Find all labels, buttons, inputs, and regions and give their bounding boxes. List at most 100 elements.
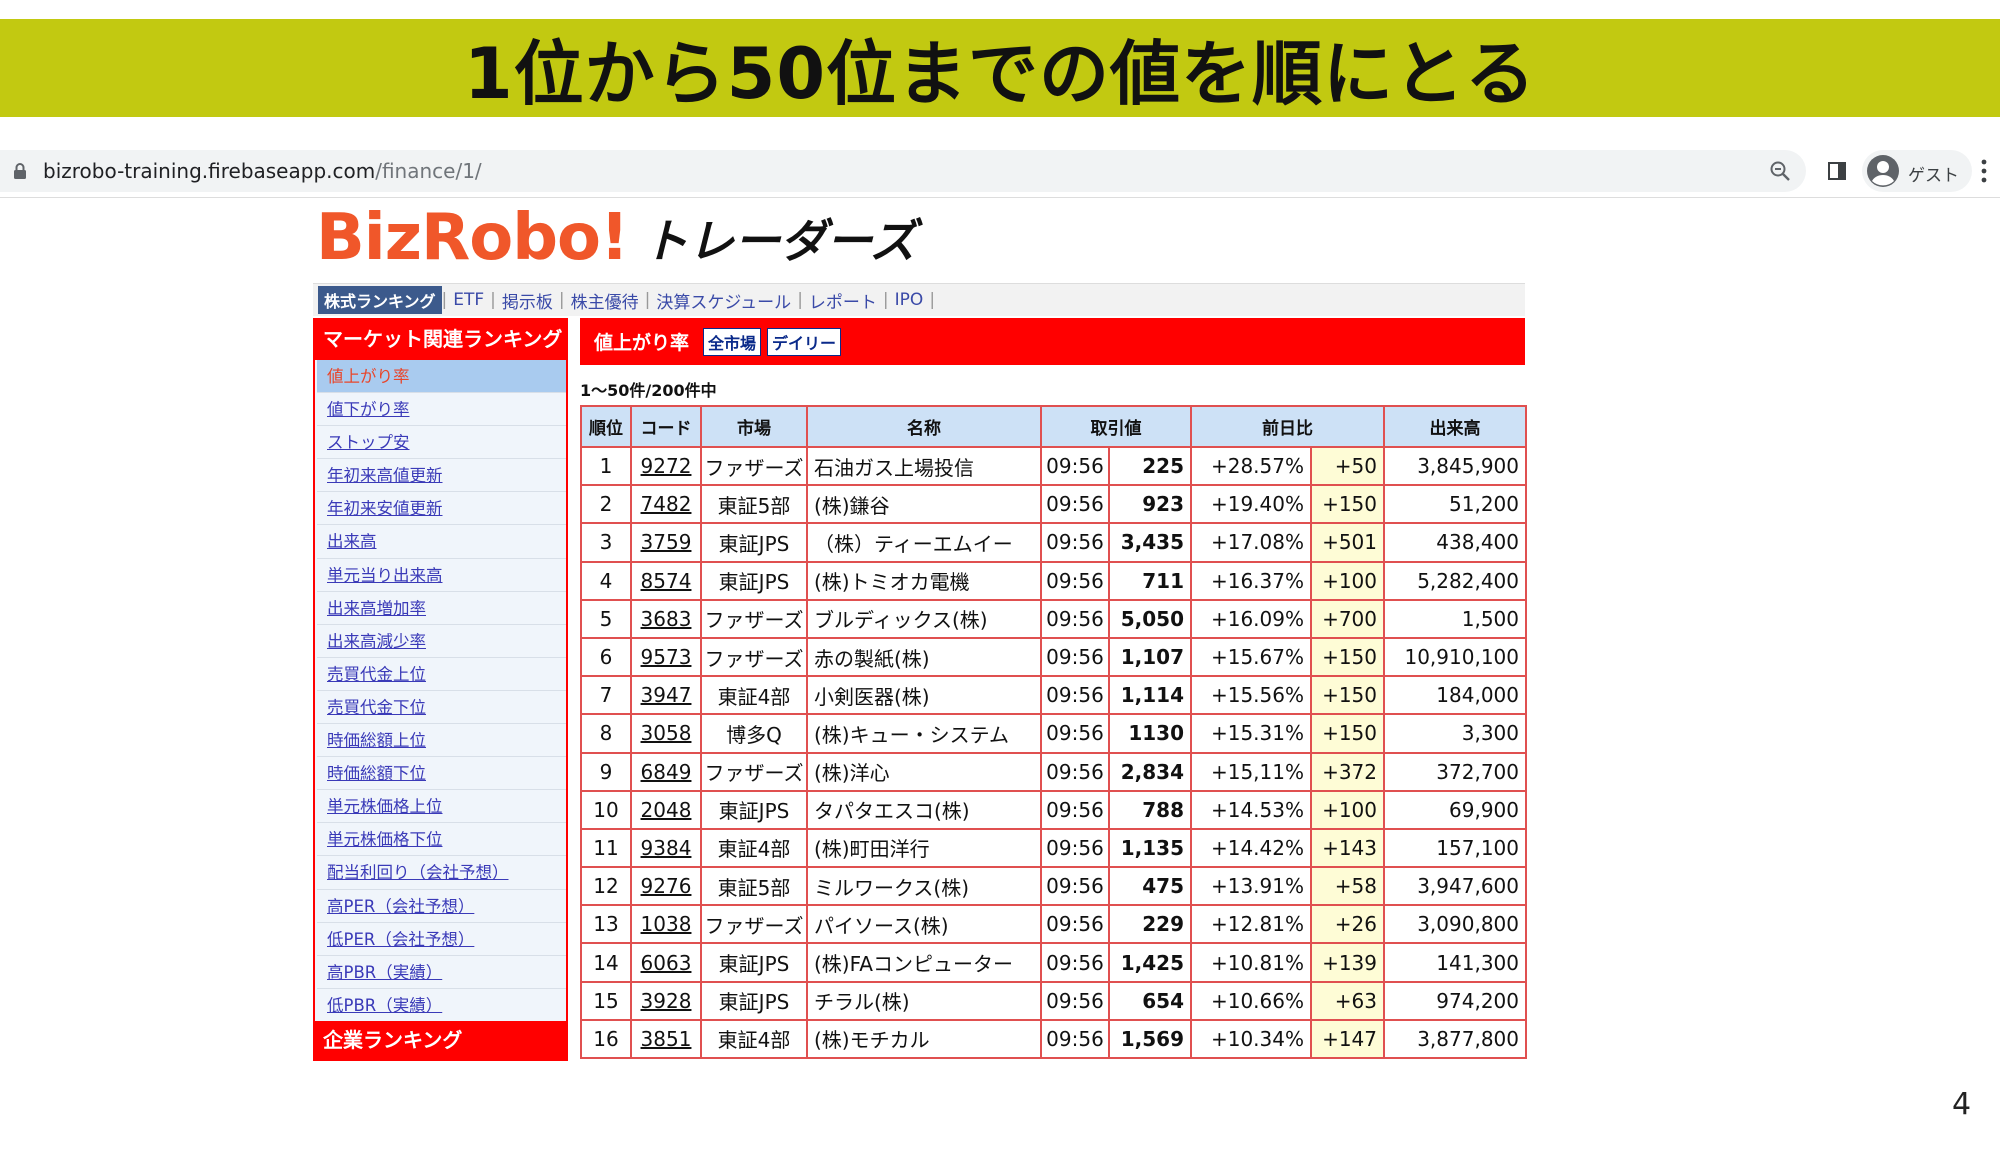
sidebar-item-volume[interactable]: 出来高	[317, 525, 566, 559]
sidebar-item-price-up-rate[interactable]: 値上がり率	[317, 360, 566, 394]
zoom-icon[interactable]	[1768, 159, 1792, 183]
side-panel-icon[interactable]	[1827, 161, 1847, 181]
cell-code-link[interactable]: 9276	[630, 866, 702, 907]
sidebar-list: 値上がり率 値下がり率 ストップ安 年初来高値更新 年初来安値更新 出来高 単元…	[315, 360, 566, 1022]
cell-time: 09:56	[1040, 1018, 1110, 1060]
sidebar-item-price-down-rate[interactable]: 値下がり率	[317, 393, 566, 427]
table-row: 9 6849 ファザーズ (株)洋心 09:56 2,834 +15,11% +372 372,…	[580, 751, 1527, 792]
cell-name: (株)キュー・システム	[806, 713, 1042, 754]
cell-code-link[interactable]: 3947	[630, 675, 702, 716]
cell-code-link[interactable]: 3683	[630, 598, 702, 639]
nav-item-earnings-schedule[interactable]: 決算スケジュール	[650, 288, 797, 313]
cell-name: (株)鎌谷	[806, 484, 1042, 525]
cell-code-link[interactable]: 6063	[630, 942, 702, 983]
col-header-change: 前日比	[1190, 405, 1385, 448]
nav-item-board[interactable]: 掲示板	[496, 288, 559, 313]
sidebar-item-stop-low[interactable]: ストップ安	[317, 426, 566, 460]
cell-volume: 157,100	[1383, 827, 1527, 869]
period-filter-badge[interactable]: デイリー	[767, 327, 842, 356]
cell-code-link[interactable]: 1038	[630, 904, 702, 945]
cell-code-link[interactable]: 2048	[630, 789, 702, 830]
cell-code-link[interactable]: 9272	[630, 445, 702, 487]
table-row: 4 8574 東証JPS (株)トミオカ電機 09:56 711 +16.37% +100 5,…	[580, 560, 1527, 601]
cell-change-diff: +372	[1310, 751, 1385, 792]
cell-time: 09:56	[1040, 904, 1110, 945]
cell-code-link[interactable]: 7482	[630, 484, 702, 525]
url-text[interactable]: bizrobo-training.firebaseapp.com/finance…	[43, 159, 482, 183]
cell-price: 5,050	[1108, 598, 1192, 639]
cell-code-link[interactable]: 6849	[630, 751, 702, 792]
cell-change-pct: +12.81%	[1190, 904, 1312, 945]
sidebar-item-low-pbr[interactable]: 低PBR（実績）	[317, 989, 566, 1022]
cell-market: 東証JPS	[700, 522, 808, 563]
cell-volume: 3,300	[1383, 713, 1527, 754]
nav-item-benefits[interactable]: 株主優待	[565, 288, 645, 313]
col-header-volume: 出来高	[1383, 405, 1527, 448]
sidebar-item-low-per[interactable]: 低PER（会社予想）	[317, 923, 566, 956]
nav-item-report[interactable]: レポート	[803, 288, 883, 313]
site-logo[interactable]: BizRobo! トレーダーズ	[316, 206, 916, 270]
cell-name: （株）ティーエムイー	[806, 522, 1042, 563]
url-host: bizrobo-training.firebaseapp.com	[43, 159, 376, 183]
table-row: 16 3851 東証4部 (株)モチカル 09:56 1,569 +10.34% +147 3,…	[580, 1018, 1527, 1060]
cell-change-diff: +143	[1310, 827, 1385, 869]
cell-volume: 141,300	[1383, 942, 1527, 983]
cell-rank: 6	[580, 636, 632, 678]
sidebar-item-volume-increase[interactable]: 出来高増加率	[317, 592, 566, 625]
cell-change-diff: +501	[1310, 522, 1385, 563]
sidebar-item-trading-value-top[interactable]: 売買代金上位	[317, 658, 566, 691]
cell-volume: 3,947,600	[1383, 866, 1527, 907]
cell-time: 09:56	[1040, 942, 1110, 983]
market-filter-badge[interactable]: 全市場	[703, 327, 762, 356]
cell-code-link[interactable]: 3759	[630, 522, 702, 563]
address-bar[interactable]: bizrobo-training.firebaseapp.com/finance…	[0, 150, 1806, 192]
sidebar-item-trading-value-bottom[interactable]: 売買代金下位	[317, 691, 566, 725]
table-row: 8 3058 博多Q (株)キュー・システム 09:56 1130 +15.31% +150 3…	[580, 713, 1527, 754]
table-row: 5 3683 ファザーズ ブルディックス(株) 09:56 5,050 +16.09% +70…	[580, 598, 1527, 639]
cell-price: 1130	[1108, 713, 1192, 754]
cell-code-link[interactable]: 3851	[630, 1018, 702, 1060]
nav-item-etf[interactable]: ETF	[447, 290, 490, 310]
sidebar-item-volume-decrease[interactable]: 出来高減少率	[317, 625, 566, 658]
sidebar-item-market-cap-bottom[interactable]: 時価総額下位	[317, 757, 566, 791]
cell-code-link[interactable]: 8574	[630, 560, 702, 601]
sidebar-item-ytd-high[interactable]: 年初来高値更新	[317, 459, 566, 493]
cell-time: 09:56	[1040, 636, 1110, 678]
sidebar-item-high-per[interactable]: 高PER（会社予想）	[317, 890, 566, 923]
profile-button[interactable]: ゲスト	[1862, 150, 1972, 192]
profile-label: ゲスト	[1908, 166, 1959, 186]
cell-volume: 372,700	[1383, 751, 1527, 792]
sidebar-item-unit-price-bottom[interactable]: 単元株価格下位	[317, 823, 566, 857]
cell-volume: 438,400	[1383, 522, 1527, 563]
table-row: 11 9384 東証4部 (株)町田洋行 09:56 1,135 +14.42% +143 15…	[580, 827, 1527, 869]
sidebar-item-market-cap-top[interactable]: 時価総額上位	[317, 724, 566, 758]
more-menu-icon[interactable]	[1980, 158, 1988, 184]
nav-item-ipo[interactable]: IPO	[889, 290, 930, 310]
cell-code-link[interactable]: 3058	[630, 713, 702, 754]
nav-item-stock-ranking[interactable]: 株式ランキング	[318, 286, 442, 314]
cell-market: 東証4部	[700, 1018, 808, 1060]
cell-price: 1,107	[1108, 636, 1192, 678]
sidebar-item-ytd-low[interactable]: 年初来安値更新	[317, 492, 566, 526]
sidebar-item-high-pbr[interactable]: 高PBR（実績）	[317, 956, 566, 989]
cell-change-pct: +16.37%	[1190, 560, 1312, 601]
cell-market: 東証4部	[700, 827, 808, 869]
cell-market: ファザーズ	[700, 636, 808, 678]
sidebar-item-volume-per-unit[interactable]: 単元当り出来高	[317, 559, 566, 592]
cell-code-link[interactable]: 9384	[630, 827, 702, 869]
sidebar-item-dividend-yield[interactable]: 配当利回り（会社予想）	[317, 856, 566, 890]
cell-price: 654	[1108, 980, 1192, 1021]
cell-market: 東証5部	[700, 866, 808, 907]
cell-price: 3,435	[1108, 522, 1192, 563]
logo-sub-text: トレーダーズ	[642, 214, 916, 268]
cell-volume: 69,900	[1383, 789, 1527, 830]
col-header-market: 市場	[700, 405, 808, 448]
lock-icon[interactable]	[12, 162, 28, 180]
cell-code-link[interactable]: 9573	[630, 636, 702, 678]
cell-code-link[interactable]: 3928	[630, 980, 702, 1021]
sidebar-item-unit-price-top[interactable]: 単元株価格上位	[317, 790, 566, 824]
cell-change-pct: +28.57%	[1190, 445, 1312, 487]
url-path: /finance/1/	[375, 159, 482, 183]
cell-volume: 3,845,900	[1383, 445, 1527, 487]
sidebar-footer-company-ranking[interactable]: 企業ランキング	[313, 1021, 568, 1061]
